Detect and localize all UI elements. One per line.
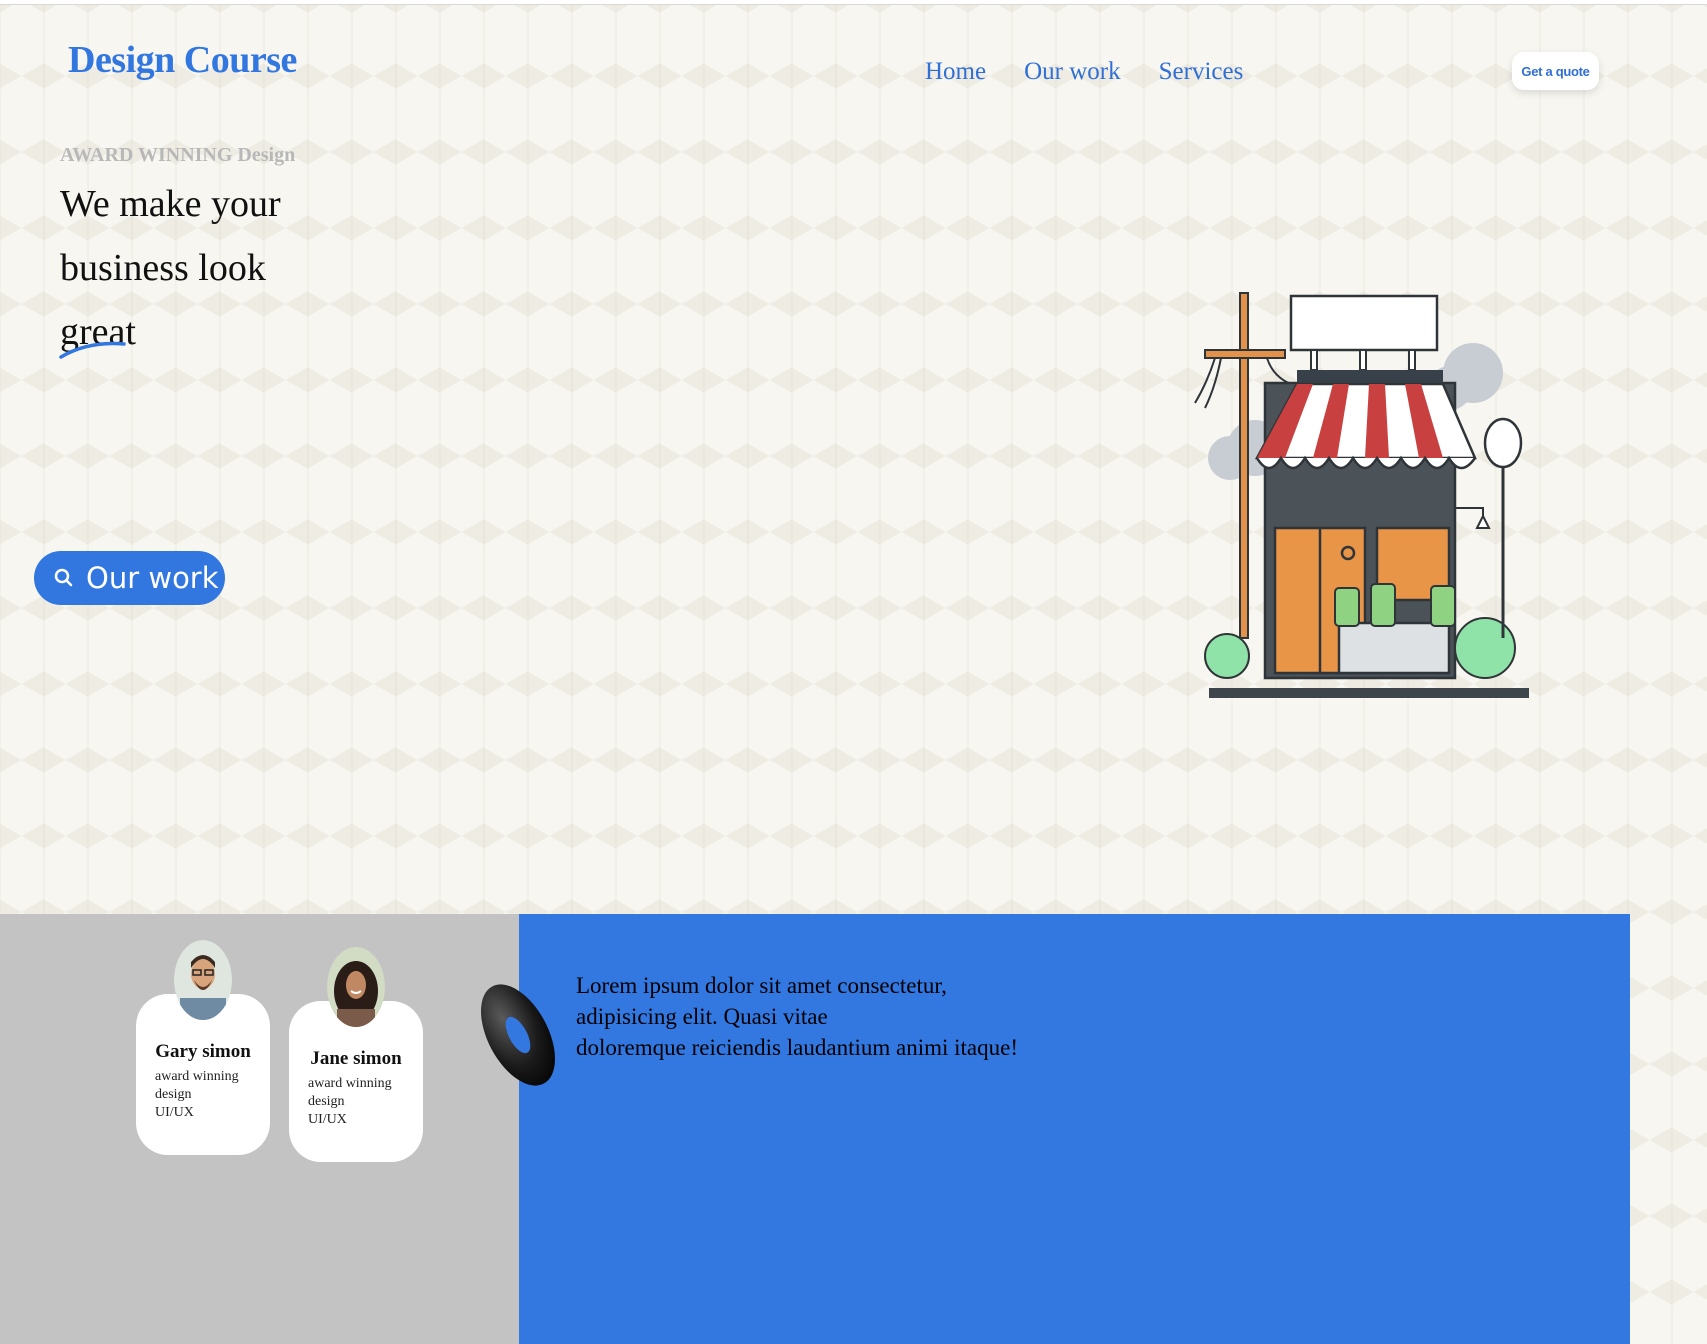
headline-line-2: business look <box>60 247 266 289</box>
about-text: Lorem ipsum dolor sit amet consectetur, … <box>576 973 1018 1060</box>
our-work-button-label: Our work <box>86 561 219 595</box>
headline-line-1: We make your <box>60 183 281 225</box>
team-member-role: award winning design UI/UX <box>155 1069 239 1120</box>
nav-home-link[interactable]: Home <box>925 58 986 86</box>
top-border <box>0 0 1707 5</box>
team-member-role: award winning design UI/UX <box>308 1076 392 1127</box>
hero-eyebrow: AWARD WINNING Design <box>60 144 296 166</box>
avatar <box>327 947 385 1027</box>
team-member-name: Gary simon <box>155 1041 251 1062</box>
storefront-illustration <box>1194 292 1529 698</box>
nav-services-link[interactable]: Services <box>1159 58 1244 86</box>
nav-our-work-link[interactable]: Our work <box>1024 58 1121 86</box>
headline-underline <box>59 341 126 359</box>
site-logo[interactable]: Design Course <box>68 38 297 82</box>
our-work-button[interactable]: Our work <box>34 551 225 605</box>
torus-decoration <box>481 984 555 1086</box>
avatar <box>174 940 232 1020</box>
main-nav: Home Our work Services <box>925 58 1243 86</box>
team-member-name: Jane simon <box>310 1048 402 1069</box>
get-a-quote-button[interactable]: Get a quote <box>1512 52 1599 90</box>
search-icon <box>54 568 74 588</box>
